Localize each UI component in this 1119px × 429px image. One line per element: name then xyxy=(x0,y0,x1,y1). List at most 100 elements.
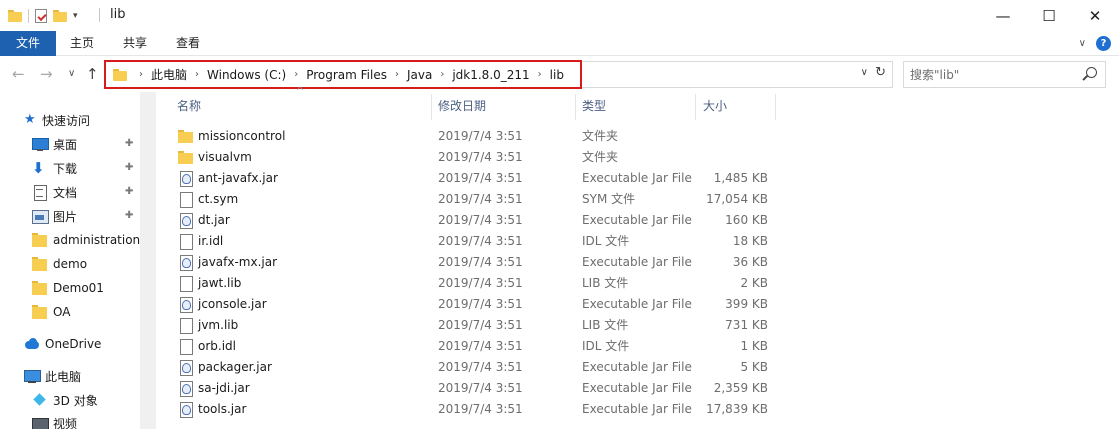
recent-locations-button[interactable]: ∨ xyxy=(68,68,75,79)
download-icon: ⬇ xyxy=(32,159,45,177)
file-name: ir.idl xyxy=(198,234,224,248)
address-history-dropdown[interactable]: ∨ xyxy=(861,67,868,78)
file-type: 文件夹 xyxy=(582,150,619,164)
quick-access-toolbar: ▾ xyxy=(8,7,78,25)
pin-icon[interactable]: ✚ xyxy=(125,162,133,173)
pin-icon[interactable]: ✚ xyxy=(125,210,133,221)
tab-home[interactable]: 主页 xyxy=(58,31,106,56)
file-type: Executable Jar File xyxy=(582,381,692,395)
file-type: SYM 文件 xyxy=(582,192,636,206)
column-header-size[interactable]: 大小 xyxy=(703,92,773,120)
file-icon xyxy=(178,192,194,208)
file-size: 17,054 KB xyxy=(706,192,768,206)
tab-share[interactable]: 共享 xyxy=(111,31,159,56)
new-folder-icon[interactable] xyxy=(53,10,67,22)
table-row[interactable]: ct.sym 2019/7/4 3:51 SYM 文件 17,054 KB xyxy=(170,189,780,210)
scrollbar-thumb[interactable] xyxy=(144,96,152,426)
search-box[interactable] xyxy=(903,61,1106,88)
onedrive-icon xyxy=(24,337,40,351)
sidebar-item-label: OA xyxy=(53,305,71,319)
table-row[interactable]: ir.idl 2019/7/4 3:51 IDL 文件 18 KB xyxy=(170,231,780,252)
jar-file-icon xyxy=(178,402,194,418)
file-name: sa-jdi.jar xyxy=(198,381,250,395)
search-icon[interactable] xyxy=(1086,67,1097,78)
tab-file[interactable]: 文件 xyxy=(0,31,56,56)
close-button[interactable]: ✕ xyxy=(1072,0,1118,31)
properties-icon[interactable] xyxy=(35,9,47,23)
table-row[interactable]: sa-jdi.jar 2019/7/4 3:51 Executable Jar … xyxy=(170,378,780,399)
file-name: jawt.lib xyxy=(198,276,242,290)
customize-toolbar-icon[interactable]: ▾ xyxy=(73,11,78,21)
jar-file-icon xyxy=(178,360,194,376)
up-button[interactable]: ↑ xyxy=(86,65,99,83)
file-date: 2019/7/4 3:51 xyxy=(438,381,523,395)
window-title: lib xyxy=(110,7,126,22)
file-type: Executable Jar File xyxy=(582,255,692,269)
sidebar-item-label: 文档 xyxy=(53,185,78,200)
table-row[interactable]: jawt.lib 2019/7/4 3:51 LIB 文件 2 KB xyxy=(170,273,780,294)
file-name: dt.jar xyxy=(198,213,230,227)
file-type: Executable Jar File xyxy=(582,213,692,227)
sidebar-item-label: OneDrive xyxy=(45,337,102,351)
column-header-name[interactable]: 名称 xyxy=(177,92,427,120)
column-header-date[interactable]: 修改日期 xyxy=(438,92,574,120)
forward-button[interactable]: → xyxy=(40,65,53,83)
expand-ribbon-icon[interactable]: ∨ xyxy=(1079,38,1086,49)
desktop-icon xyxy=(32,137,49,151)
column-header-type[interactable]: 类型 xyxy=(582,92,692,120)
maximize-button[interactable]: ☐ xyxy=(1026,0,1072,31)
file-date: 2019/7/4 3:51 xyxy=(438,360,523,374)
this-pc-icon xyxy=(24,369,41,383)
table-row[interactable]: packager.jar 2019/7/4 3:51 Executable Ja… xyxy=(170,357,780,378)
column-divider[interactable] xyxy=(575,94,576,120)
sidebar-item-label: 此电脑 xyxy=(45,369,82,384)
file-date: 2019/7/4 3:51 xyxy=(438,297,523,311)
sidebar-item-label: administration xyxy=(53,233,141,247)
sidebar-item-label: 下载 xyxy=(53,161,78,176)
table-row[interactable]: tools.jar 2019/7/4 3:51 Executable Jar F… xyxy=(170,399,780,420)
help-icon[interactable]: ? xyxy=(1096,36,1111,51)
sidebar-item-label: Demo01 xyxy=(53,281,104,295)
table-row[interactable]: jconsole.jar 2019/7/4 3:51 Executable Ja… xyxy=(170,294,780,315)
back-button[interactable]: ← xyxy=(12,65,25,83)
file-size: 1,485 KB xyxy=(713,171,768,185)
minimize-button[interactable]: — xyxy=(980,0,1026,31)
sidebar-item-label: 快速访问 xyxy=(42,113,91,128)
pin-icon[interactable]: ✚ xyxy=(125,138,133,149)
column-divider[interactable] xyxy=(775,94,776,120)
file-type: 文件夹 xyxy=(582,129,619,143)
toolbar-divider xyxy=(28,9,29,23)
column-divider[interactable] xyxy=(431,94,432,120)
file-size: 2 KB xyxy=(740,276,768,290)
table-row[interactable]: missioncontrol 2019/7/4 3:51 文件夹 xyxy=(170,126,780,147)
file-date: 2019/7/4 3:51 xyxy=(438,213,523,227)
column-divider[interactable] xyxy=(695,94,696,120)
address-highlight-box xyxy=(104,60,582,89)
file-date: 2019/7/4 3:51 xyxy=(438,318,523,332)
folder-icon[interactable] xyxy=(8,10,22,22)
file-size xyxy=(696,147,768,168)
file-size: 399 KB xyxy=(725,297,768,311)
folder-icon xyxy=(32,305,48,319)
refresh-button[interactable]: ↻ xyxy=(875,65,886,80)
table-row[interactable]: ant-javafx.jar 2019/7/4 3:51 Executable … xyxy=(170,168,780,189)
pin-icon[interactable]: ✚ xyxy=(125,186,133,197)
file-date: 2019/7/4 3:51 xyxy=(438,129,523,143)
search-input[interactable] xyxy=(910,66,1070,83)
file-name: ant-javafx.jar xyxy=(198,171,278,185)
table-row[interactable]: visualvm 2019/7/4 3:51 文件夹 xyxy=(170,147,780,168)
sidebar-scrollbar[interactable] xyxy=(140,92,156,429)
folder-icon xyxy=(178,129,194,144)
table-row[interactable]: jvm.lib 2019/7/4 3:51 LIB 文件 731 KB xyxy=(170,315,780,336)
table-row[interactable]: javafx-mx.jar 2019/7/4 3:51 Executable J… xyxy=(170,252,780,273)
sidebar-item-label: 视频 xyxy=(53,416,78,429)
table-row[interactable]: orb.idl 2019/7/4 3:51 IDL 文件 1 KB xyxy=(170,336,780,357)
tab-view[interactable]: 查看 xyxy=(164,31,212,56)
file-date: 2019/7/4 3:51 xyxy=(438,402,523,416)
file-date: 2019/7/4 3:51 xyxy=(438,276,523,290)
file-size: 731 KB xyxy=(725,318,768,332)
sidebar-item-label: 图片 xyxy=(53,209,78,224)
file-icon xyxy=(178,234,194,250)
file-type: IDL 文件 xyxy=(582,234,630,248)
table-row[interactable]: dt.jar 2019/7/4 3:51 Executable Jar File… xyxy=(170,210,780,231)
